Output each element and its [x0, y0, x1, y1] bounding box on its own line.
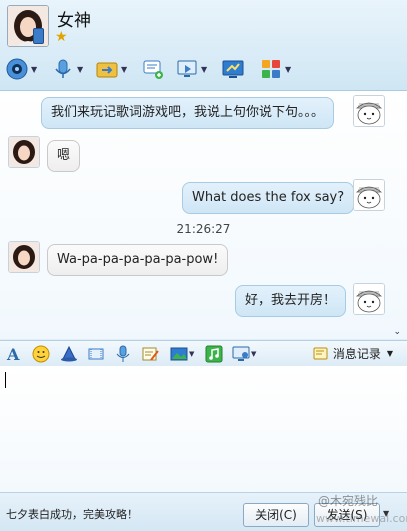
music-button[interactable] [205, 343, 223, 364]
screen-share-button[interactable] [222, 56, 262, 82]
watermark: @木宛残比 [318, 494, 379, 508]
music-icon [205, 345, 223, 362]
video-call-button[interactable]: ▼ [6, 56, 46, 82]
chat-toolbar: ▼ ▼ ▼ ▼ ▼ [4, 56, 304, 82]
draw-button[interactable] [141, 343, 159, 364]
cartoon-avatar-icon [354, 284, 384, 314]
voice-call-button[interactable]: ▼ [52, 56, 92, 82]
cartoon-avatar-icon [354, 96, 384, 126]
screenshot-button[interactable] [87, 343, 105, 364]
apps-button[interactable]: ▼ [260, 56, 300, 82]
my-avatar[interactable] [353, 179, 385, 211]
history-icon [313, 347, 328, 359]
message-bubble-outgoing[interactable]: What does the fox say? [182, 182, 355, 214]
chat-group-icon [143, 60, 163, 79]
message-bubble-incoming[interactable]: 嗯 [47, 140, 81, 172]
message-bubble-outgoing[interactable]: 我们来玩记歌词游戏吧，我说上句你说下句。。。 [41, 97, 335, 129]
voice-call-icon [55, 59, 71, 78]
chevron-down-icon[interactable]: ▼ [251, 350, 256, 358]
chevron-down-icon[interactable]: ▼ [31, 65, 37, 74]
font-button[interactable]: A [5, 343, 23, 364]
message-history-button[interactable]: 消息记录 ▼ [313, 344, 393, 363]
chevron-down-icon[interactable]: ▼ [201, 65, 207, 74]
my-avatar[interactable] [353, 283, 385, 315]
message-timestamp: 21:26:27 [176, 222, 231, 236]
cartoon-avatar-icon [354, 180, 384, 210]
contact-avatar-small[interactable] [8, 136, 40, 168]
remote-desktop-button[interactable]: ▼ [176, 56, 216, 82]
mobile-online-icon [33, 28, 44, 44]
message-bubble-outgoing[interactable]: 好，我去开房！ [235, 285, 347, 317]
image-icon [170, 347, 188, 360]
magic-button[interactable] [60, 343, 78, 364]
apps-icon [262, 60, 280, 78]
screenshot-icon [88, 348, 104, 359]
chevron-down-icon[interactable]: ▼ [121, 65, 127, 74]
text-caret [5, 372, 6, 388]
file-transfer-button[interactable]: ▼ [96, 56, 136, 82]
contact-avatar-small[interactable] [8, 241, 40, 273]
screen-share-icon [222, 60, 244, 78]
chevron-down-icon[interactable]: ▼ [77, 65, 83, 74]
chevron-down-icon[interactable]: ▼ [285, 65, 291, 74]
video-call-icon [6, 58, 28, 80]
message-bubble-incoming[interactable]: Wa-pa-pa-pa-pa-pa-pow! [47, 244, 229, 276]
girl-avatar-icon [9, 137, 39, 167]
girl-avatar-icon [9, 242, 39, 272]
contact-name[interactable]: 女神 [57, 6, 91, 31]
image-button[interactable]: ▼ [170, 343, 194, 364]
screen-capture-button[interactable]: ▼ [232, 343, 256, 364]
history-label: 消息记录 [332, 347, 381, 361]
star-icon[interactable]: ★ [55, 30, 69, 44]
magic-icon [61, 345, 77, 361]
file-transfer-icon [96, 62, 118, 78]
close-button[interactable]: 关闭(C) [243, 503, 309, 527]
svg-text:A: A [6, 345, 20, 363]
chat-window-header: 女神 ★ ▼ ▼ ▼ ▼ ▼ [0, 0, 407, 91]
emoji-button[interactable] [32, 343, 50, 364]
emoji-icon [32, 345, 50, 362]
watermark-url: www.timewal.com [316, 512, 407, 525]
font-icon: A [6, 345, 20, 363]
draw-icon [142, 347, 159, 361]
my-avatar[interactable] [353, 95, 385, 127]
input-toolbar: A ▼ ▼ 消息记录 ▼ [0, 340, 407, 367]
message-input[interactable] [0, 366, 407, 492]
voice-message-button[interactable] [114, 343, 132, 364]
voice-message-icon [116, 345, 130, 362]
chat-history[interactable]: 我们来玩记歌词游戏吧，我说上句你说下句。。。 嗯 What does the f… [0, 91, 407, 339]
promo-link[interactable]: 七夕表白成功，完美攻略！ [6, 506, 138, 522]
chevron-down-icon[interactable]: ▼ [189, 350, 194, 358]
screen-capture-icon [232, 346, 250, 361]
remote-desktop-icon [177, 60, 197, 77]
collapse-chevron-icon[interactable]: ⌄ [393, 327, 401, 337]
chevron-down-icon[interactable]: ▼ [387, 349, 393, 358]
